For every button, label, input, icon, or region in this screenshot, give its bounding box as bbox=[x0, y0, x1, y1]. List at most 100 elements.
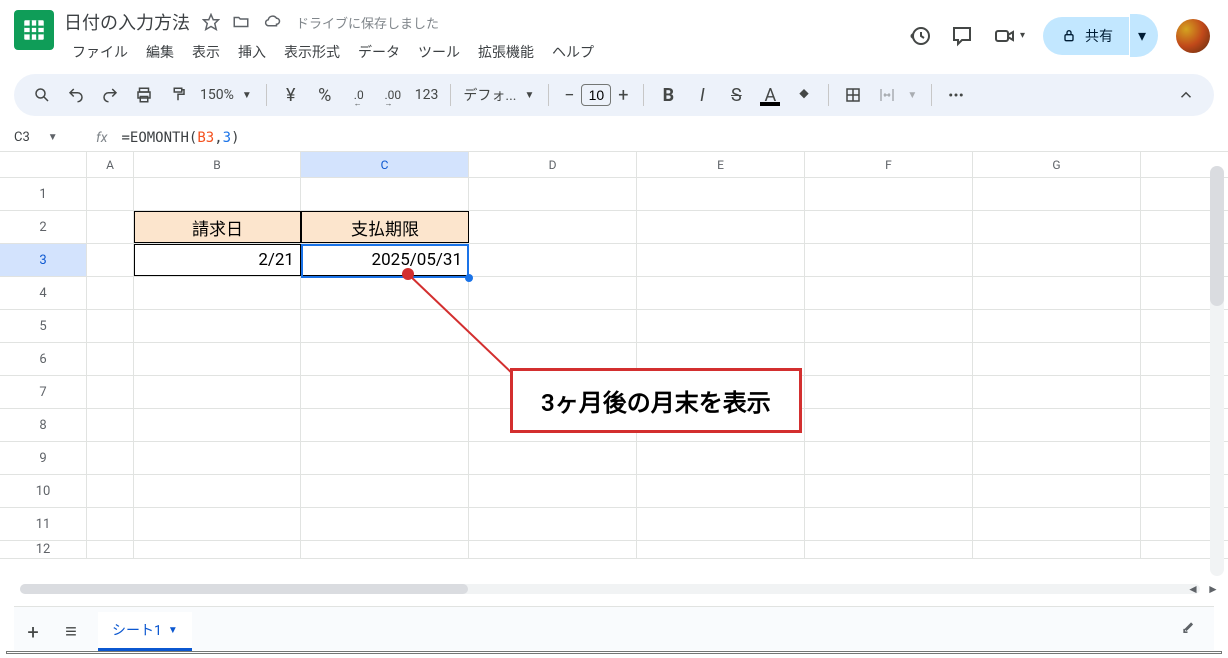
fill-color-button[interactable] bbox=[788, 80, 820, 110]
meet-icon[interactable]: ▾ bbox=[992, 24, 1025, 48]
share-dropdown[interactable]: ▾ bbox=[1130, 14, 1158, 57]
cell-C11[interactable] bbox=[301, 508, 469, 540]
cell-C9[interactable] bbox=[301, 442, 469, 474]
cell-G9[interactable] bbox=[973, 442, 1141, 474]
menu-edit[interactable]: 編集 bbox=[138, 38, 182, 66]
cell-B8[interactable] bbox=[134, 409, 301, 441]
cell-A1[interactable] bbox=[87, 178, 134, 210]
cell-B11[interactable] bbox=[134, 508, 301, 540]
increase-font-size[interactable]: + bbox=[611, 82, 635, 108]
cell-C1[interactable] bbox=[301, 178, 469, 210]
font-family-select[interactable]: デフォ... bbox=[459, 85, 520, 105]
menu-help[interactable]: ヘルプ bbox=[544, 38, 602, 66]
cell-F9[interactable] bbox=[805, 442, 973, 474]
row-header-9[interactable]: 9 bbox=[0, 442, 87, 474]
cell-B9[interactable] bbox=[134, 442, 301, 474]
cell-B4[interactable] bbox=[134, 277, 301, 309]
cell-F6[interactable] bbox=[805, 343, 973, 375]
horizontal-scroll-thumb[interactable] bbox=[20, 584, 468, 594]
sheet-tab-1[interactable]: シート1 ▼ bbox=[98, 612, 192, 651]
zoom-dropdown[interactable]: ▼ bbox=[240, 90, 258, 101]
menu-tools[interactable]: ツール bbox=[410, 38, 468, 66]
row-header-2[interactable]: 2 bbox=[0, 211, 87, 243]
more-toolbar-icon[interactable] bbox=[940, 80, 972, 110]
cell-F12[interactable] bbox=[805, 541, 973, 558]
cell-C8[interactable] bbox=[301, 409, 469, 441]
row-header-6[interactable]: 6 bbox=[0, 343, 87, 375]
cell-D11[interactable] bbox=[469, 508, 637, 540]
add-sheet-button[interactable]: + bbox=[14, 614, 52, 650]
decrease-font-size[interactable]: − bbox=[557, 82, 581, 108]
doc-title[interactable]: 日付の入力方法 bbox=[64, 9, 190, 35]
cell-E5[interactable] bbox=[637, 310, 805, 342]
cell-B10[interactable] bbox=[134, 475, 301, 507]
cell-G8[interactable] bbox=[973, 409, 1141, 441]
grid-body[interactable]: 1 2請求日支払期限 32/212025/05/31 4 5 6 7 8 9 1… bbox=[0, 178, 1228, 559]
cell-G5[interactable] bbox=[973, 310, 1141, 342]
row-header-8[interactable]: 8 bbox=[0, 409, 87, 441]
paint-format-icon[interactable] bbox=[162, 80, 194, 110]
cell-A5[interactable] bbox=[87, 310, 134, 342]
cell-E2[interactable] bbox=[637, 211, 805, 243]
cell-G12[interactable] bbox=[973, 541, 1141, 558]
cloud-saved-icon[interactable] bbox=[262, 13, 282, 31]
scroll-right-button[interactable]: ► bbox=[1204, 580, 1222, 598]
selection-fill-handle[interactable] bbox=[465, 274, 473, 282]
merge-cells-button[interactable] bbox=[871, 80, 903, 110]
name-box[interactable]: C3 ▼ bbox=[14, 130, 82, 145]
zoom-level[interactable]: 150% bbox=[196, 87, 238, 103]
menu-insert[interactable]: 挿入 bbox=[230, 38, 274, 66]
cell-A4[interactable] bbox=[87, 277, 134, 309]
cell-A9[interactable] bbox=[87, 442, 134, 474]
cell-F8[interactable] bbox=[805, 409, 973, 441]
cell-A12[interactable] bbox=[87, 541, 134, 558]
vertical-scrollbar[interactable] bbox=[1210, 166, 1224, 576]
cell-F1[interactable] bbox=[805, 178, 973, 210]
name-box-dropdown-icon[interactable]: ▼ bbox=[48, 132, 58, 143]
all-sheets-button[interactable]: ≡ bbox=[52, 614, 90, 650]
col-header-C[interactable]: C bbox=[301, 152, 469, 177]
search-menus-icon[interactable] bbox=[26, 80, 58, 110]
horizontal-scrollbar[interactable] bbox=[20, 582, 1200, 596]
cell-C2[interactable]: 支払期限 bbox=[301, 211, 469, 243]
cell-A11[interactable] bbox=[87, 508, 134, 540]
sheet-tab-dropdown-icon[interactable]: ▼ bbox=[168, 625, 178, 636]
bold-button[interactable]: B bbox=[652, 80, 684, 110]
cell-G1[interactable] bbox=[973, 178, 1141, 210]
cell-E12[interactable] bbox=[637, 541, 805, 558]
cell-F11[interactable] bbox=[805, 508, 973, 540]
cell-D5[interactable] bbox=[469, 310, 637, 342]
cell-G6[interactable] bbox=[973, 343, 1141, 375]
row-header-5[interactable]: 5 bbox=[0, 310, 87, 342]
font-dropdown[interactable]: ▼ bbox=[522, 90, 540, 101]
col-header-F[interactable]: F bbox=[805, 152, 973, 177]
cell-E11[interactable] bbox=[637, 508, 805, 540]
cell-C12[interactable] bbox=[301, 541, 469, 558]
comment-icon[interactable] bbox=[950, 24, 974, 48]
italic-button[interactable]: I bbox=[686, 80, 718, 110]
cell-F4[interactable] bbox=[805, 277, 973, 309]
cell-G3[interactable] bbox=[973, 244, 1141, 276]
cell-B7[interactable] bbox=[134, 376, 301, 408]
collapse-toolbar-icon[interactable] bbox=[1170, 80, 1202, 110]
redo-icon[interactable] bbox=[94, 80, 126, 110]
cell-C10[interactable] bbox=[301, 475, 469, 507]
row-header-3[interactable]: 3 bbox=[0, 244, 87, 276]
borders-button[interactable] bbox=[837, 80, 869, 110]
menu-data[interactable]: データ bbox=[350, 38, 408, 66]
cell-E10[interactable] bbox=[637, 475, 805, 507]
cell-B3[interactable]: 2/21 bbox=[134, 244, 301, 276]
col-header-D[interactable]: D bbox=[469, 152, 637, 177]
cell-D10[interactable] bbox=[469, 475, 637, 507]
col-header-B[interactable]: B bbox=[134, 152, 301, 177]
col-header-A[interactable]: A bbox=[87, 152, 134, 177]
account-avatar[interactable] bbox=[1176, 19, 1210, 53]
sheets-logo[interactable] bbox=[14, 10, 54, 50]
row-header-7[interactable]: 7 bbox=[0, 376, 87, 408]
cell-D2[interactable] bbox=[469, 211, 637, 243]
row-header-1[interactable]: 1 bbox=[0, 178, 87, 210]
number-format-button[interactable]: 123 bbox=[411, 87, 443, 103]
cell-A10[interactable] bbox=[87, 475, 134, 507]
row-header-10[interactable]: 10 bbox=[0, 475, 87, 507]
explore-button[interactable] bbox=[1172, 610, 1208, 646]
